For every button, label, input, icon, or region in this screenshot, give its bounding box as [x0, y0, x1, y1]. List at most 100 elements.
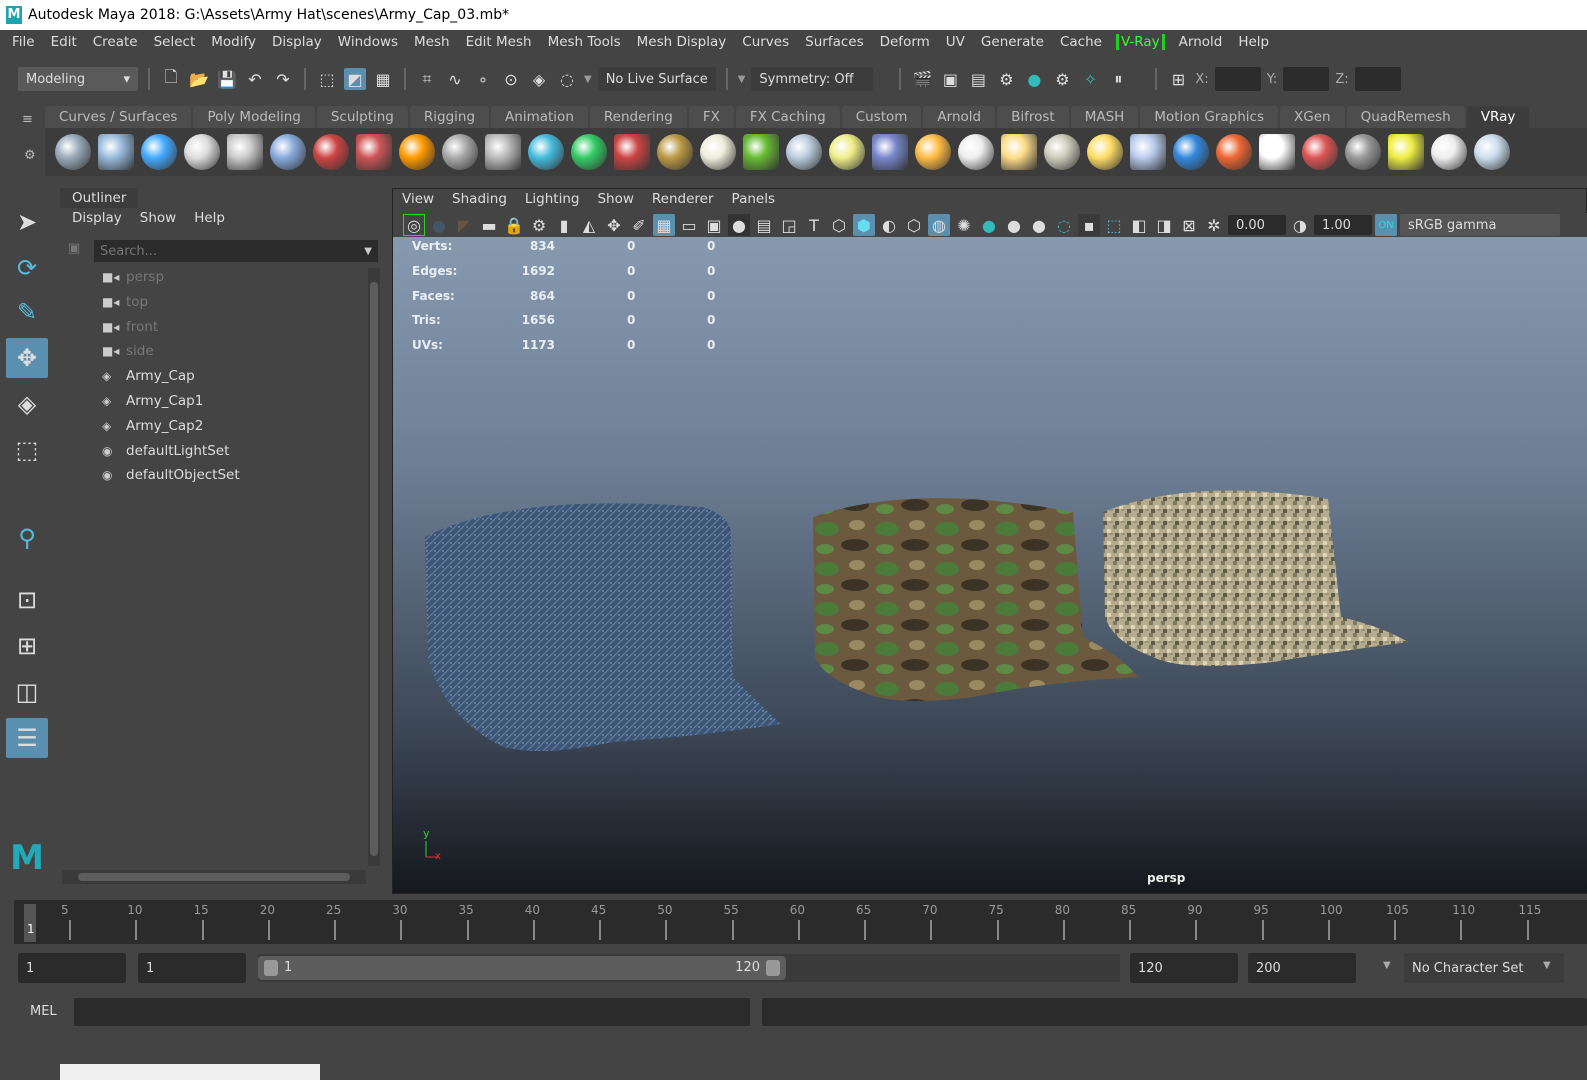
show-manipulator-icon[interactable]: ⚲	[6, 518, 48, 558]
shelf-tab-fx-caching[interactable]: FX Caching	[735, 106, 840, 128]
vray-material-icon[interactable]	[270, 134, 306, 170]
vray-grid-icon[interactable]	[657, 134, 693, 170]
single-pane-layout-icon[interactable]: ⊡	[6, 580, 48, 620]
xray-components-icon[interactable]: ⊠	[1178, 214, 1200, 236]
menu-create[interactable]: Create	[85, 34, 146, 50]
vray-omni-icon[interactable]	[1001, 134, 1037, 170]
outliner-item[interactable]: ◈ Army_Cap2	[102, 415, 203, 437]
playback-end-field[interactable]: 120	[1130, 953, 1238, 983]
symmetry-dropdown[interactable]: Symmetry: Off	[751, 67, 874, 91]
viewport-menu-view[interactable]: View	[393, 191, 443, 207]
two-pane-layout-icon[interactable]: ◫	[6, 672, 48, 712]
shelf-tab-custom[interactable]: Custom	[841, 106, 922, 128]
shelf-tab-motion-graphics[interactable]: Motion Graphics	[1140, 106, 1279, 128]
outliner-menu-display[interactable]: Display	[72, 210, 122, 226]
menu-select[interactable]: Select	[146, 34, 204, 50]
help-icon[interactable]	[1474, 134, 1510, 170]
save-scene-icon[interactable]: 💾	[216, 68, 238, 90]
move-tool-icon[interactable]: ✥	[6, 338, 48, 378]
scale-tool-icon[interactable]: ⬚	[6, 430, 48, 470]
shadows-icon[interactable]: ●	[978, 214, 1000, 236]
menu-edit[interactable]: Edit	[43, 34, 85, 50]
gate-mask-icon[interactable]: ●	[728, 214, 750, 236]
vertical-scrollbar[interactable]	[368, 268, 380, 866]
ipr-render-icon[interactable]: ▤	[967, 68, 989, 90]
live-surface-field[interactable]: No Live Surface	[597, 67, 716, 91]
depth-of-field-icon[interactable]: ▪	[1078, 214, 1100, 236]
shelf-tab-quadremesh[interactable]: QuadRemesh	[1346, 106, 1465, 128]
grease-pencil-icon[interactable]: ✐	[628, 214, 650, 236]
shelf-tab-vray[interactable]: VRay	[1466, 106, 1530, 128]
exposure-icon[interactable]: ✲	[1203, 214, 1225, 236]
undo-icon[interactable]: ↶	[244, 68, 266, 90]
menu-help[interactable]: Help	[1230, 34, 1277, 50]
vray-render-icon[interactable]	[98, 134, 134, 170]
shelf-tab-rigging[interactable]: Rigging	[409, 106, 490, 128]
menu-uv[interactable]: UV	[938, 34, 973, 50]
z-field[interactable]	[1354, 67, 1401, 91]
vray-spot-icon[interactable]	[958, 134, 994, 170]
wireframe-icon[interactable]: ⬡	[828, 214, 850, 236]
vray-vfb-icon[interactable]	[1302, 134, 1338, 170]
menu-windows[interactable]: Windows	[330, 34, 406, 50]
menu-deform[interactable]: Deform	[872, 34, 938, 50]
snap-grid-icon[interactable]: ⌗	[416, 68, 438, 90]
search-input[interactable]	[100, 243, 340, 259]
render-settings-icon[interactable]: ⚙	[995, 68, 1017, 90]
vray-water-icon[interactable]	[571, 134, 607, 170]
menu-cache[interactable]: Cache	[1052, 34, 1110, 50]
snap-live-icon[interactable]: ◌	[556, 68, 578, 90]
viewport-menu-renderer[interactable]: Renderer	[643, 191, 723, 207]
image-plane-icon[interactable]: ◭	[578, 214, 600, 236]
pause-icon[interactable]: ⏸	[1107, 68, 1129, 90]
vray-particle-icon[interactable]	[786, 134, 822, 170]
four-pane-layout-icon[interactable]: ⊞	[6, 626, 48, 666]
viewport-menu-lighting[interactable]: Lighting	[516, 191, 589, 207]
shelf-tab-bifrost[interactable]: Bifrost	[997, 106, 1069, 128]
outliner-layout-icon[interactable]: ☰	[6, 718, 48, 758]
exposure-field[interactable]: 0.00	[1228, 215, 1286, 235]
new-scene-icon[interactable]: 🗋	[160, 67, 182, 90]
gear-icon[interactable]: ⚙	[24, 148, 36, 163]
range-start-handle[interactable]	[264, 960, 278, 976]
view-transform-dropdown[interactable]: sRGB gamma	[1400, 214, 1560, 236]
vray-flag-icon[interactable]	[1216, 134, 1252, 170]
outliner-item[interactable]: ■◂ persp	[102, 266, 164, 288]
anti-aliasing-icon[interactable]: ◌	[1053, 214, 1075, 236]
vray-cloud-icon[interactable]	[1431, 134, 1467, 170]
paint-select-tool-icon[interactable]: ✎	[6, 292, 48, 332]
menu-modify[interactable]: Modify	[203, 34, 264, 50]
render-setup-icon[interactable]: ⚙	[1051, 68, 1073, 90]
army-cap-woodland-camo[interactable]	[813, 498, 1138, 701]
menu-generate[interactable]: Generate	[973, 34, 1052, 50]
light-editor-icon[interactable]: ✧	[1079, 68, 1101, 90]
character-set-dropdown[interactable]: No Character Set	[1404, 953, 1564, 983]
menu-v-ray[interactable]: V-Ray	[1115, 34, 1165, 50]
grid-icon[interactable]: ▦	[653, 214, 675, 236]
shelf-tab-arnold[interactable]: Arnold	[923, 106, 996, 128]
lasso-tool-icon[interactable]: ⟳	[6, 248, 48, 288]
lights-icon[interactable]: ✺	[953, 214, 975, 236]
smooth-shade-icon[interactable]: ⬢	[853, 214, 875, 236]
outliner-search[interactable]: ▼	[94, 240, 378, 262]
vray-cone-icon[interactable]	[1044, 134, 1080, 170]
isolate-select-icon[interactable]: ⬚	[1103, 214, 1125, 236]
army-cap-digital-camo[interactable]	[1103, 490, 1408, 666]
chevron-down-icon[interactable]: ▼	[1543, 960, 1551, 971]
shelf-tab-sculpting[interactable]: Sculpting	[316, 106, 408, 128]
safe-action-icon[interactable]: ◲	[778, 214, 800, 236]
filter-icon[interactable]: ▣	[68, 241, 80, 256]
2d-pan-zoom-icon[interactable]: ✥	[603, 214, 625, 236]
outliner-item[interactable]: ■◂ front	[102, 316, 158, 338]
shelf-tab-xgen[interactable]: XGen	[1280, 106, 1345, 128]
shelf-tab-fx[interactable]: FX	[688, 106, 734, 128]
vray-sphere-light-icon[interactable]	[872, 134, 908, 170]
chevron-down-icon[interactable]: ▼	[1383, 960, 1391, 971]
vray-sun-icon[interactable]	[1087, 134, 1123, 170]
screen-space-ao-icon[interactable]: ●	[1003, 214, 1025, 236]
redo-icon[interactable]: ↷	[272, 68, 294, 90]
chevron-down-icon[interactable]: ▼	[738, 74, 746, 85]
viewport-canvas[interactable]: Verts: 834 0 0 Edges: 1692 0 0 Faces: 864 0 0 Tris: 1…	[393, 237, 1587, 893]
menu-mesh-tools[interactable]: Mesh Tools	[540, 34, 629, 50]
menu-mesh[interactable]: Mesh	[406, 34, 458, 50]
